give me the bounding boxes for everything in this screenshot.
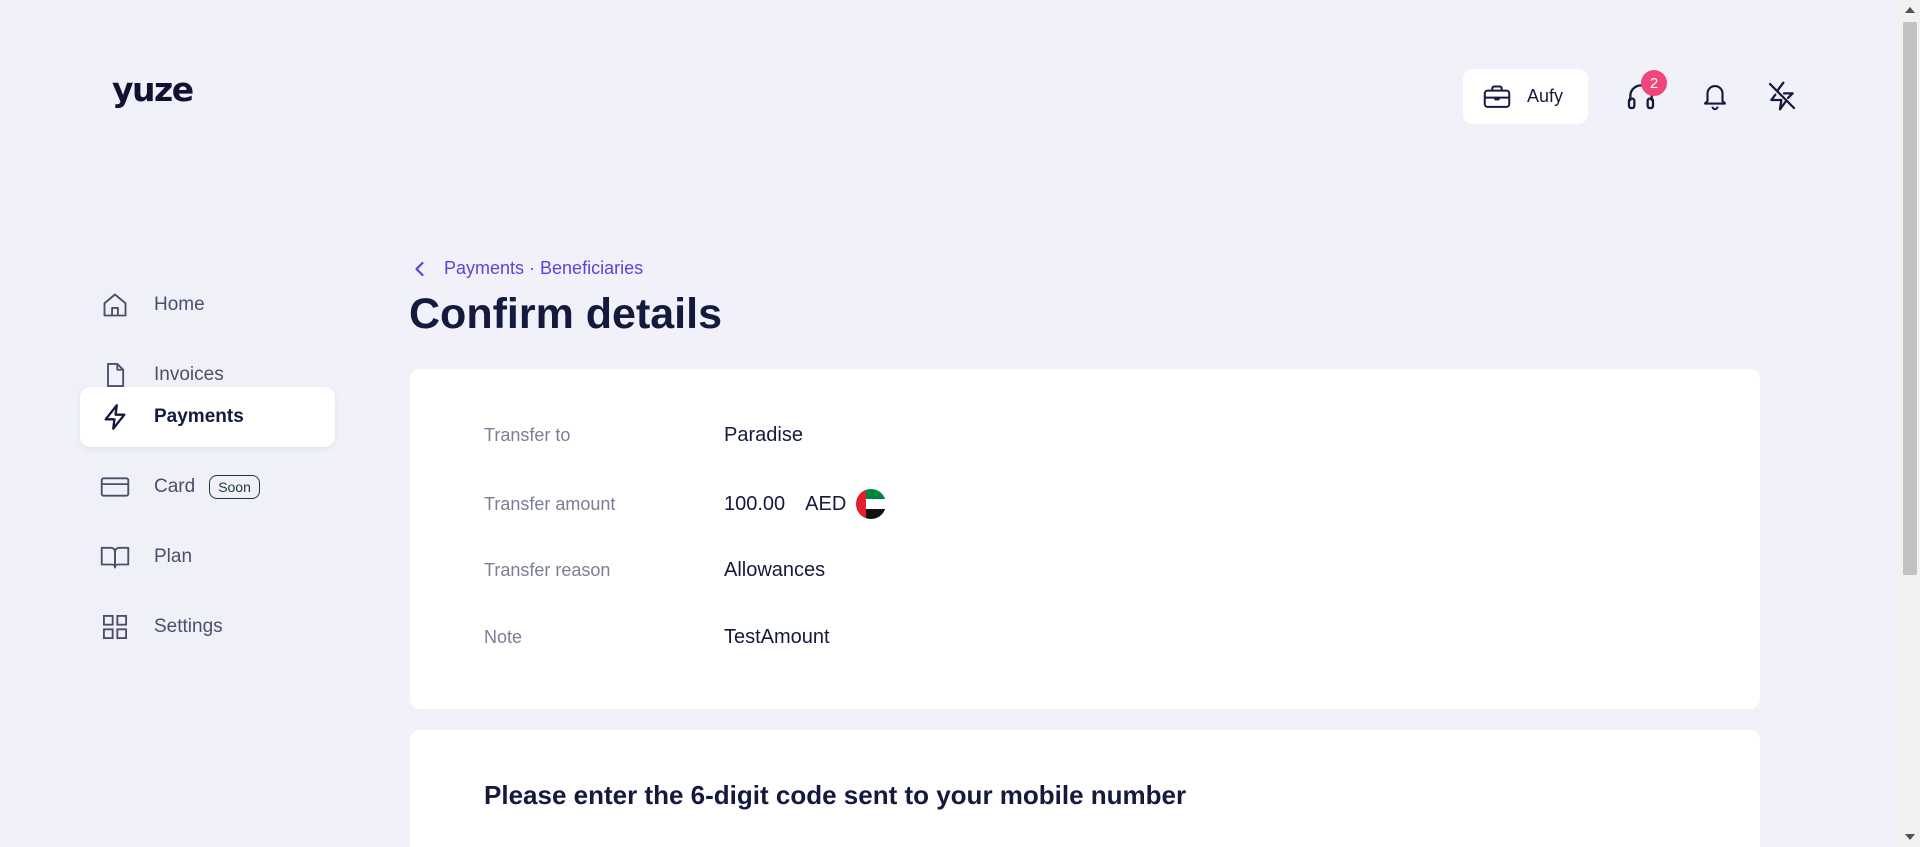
scroll-up-arrow-icon[interactable] <box>1905 7 1915 13</box>
document-icon <box>100 360 130 390</box>
uae-flag-icon <box>856 489 887 519</box>
bell-icon <box>1700 80 1730 112</box>
scrollbar-thumb[interactable] <box>1903 22 1917 575</box>
transfer-to-label: Transfer to <box>484 425 571 445</box>
transfer-reason-row: Transfer reason Allowances <box>484 559 825 582</box>
soon-badge: Soon <box>209 475 260 499</box>
notifications-button[interactable] <box>1697 78 1733 114</box>
sidebar-item-home[interactable]: Home <box>80 275 335 335</box>
transfer-details-card: Transfer to Paradise Transfer amount 100… <box>410 369 1760 709</box>
transfer-to-value: Paradise <box>724 424 803 446</box>
note-row: Note TestAmount <box>484 626 830 649</box>
breadcrumb: Payments · Beneficiaries <box>410 258 643 279</box>
disconnect-button[interactable] <box>1764 78 1800 114</box>
breadcrumb-link[interactable]: Payments · Beneficiaries <box>444 258 643 279</box>
grid-icon <box>100 612 130 642</box>
sidebar-item-label: Payments <box>154 406 244 427</box>
book-icon <box>100 542 130 572</box>
sidebar-item-plan[interactable]: Plan <box>80 527 335 587</box>
transfer-amount-value-group: 100.00 AED <box>724 489 887 519</box>
briefcase-icon <box>1483 84 1511 110</box>
sidebar-item-label: Card <box>154 476 196 497</box>
organization-switcher-button[interactable]: Aufy <box>1463 69 1588 124</box>
sidebar: yuze Home Invoices Payments Card Soon Pl… <box>0 0 335 847</box>
scroll-down-arrow-icon[interactable] <box>1905 834 1915 840</box>
page-title: Confirm details <box>409 290 722 338</box>
lightning-icon <box>100 402 130 432</box>
sidebar-item-label: Invoices <box>154 364 224 385</box>
otp-instruction: Please enter the 6-digit code sent to yo… <box>484 780 1187 810</box>
transfer-amount-label: Transfer amount <box>484 493 616 514</box>
support-notification-badge: 2 <box>1641 70 1667 96</box>
yuze-logo[interactable]: yuze <box>112 70 194 109</box>
note-label: Note <box>484 627 523 647</box>
sidebar-item-settings[interactable]: Settings <box>80 597 335 657</box>
organization-name: Aufy <box>1527 86 1564 106</box>
transfer-amount-value: 100.00 <box>724 492 786 515</box>
sidebar-item-card[interactable]: Card Soon <box>80 457 335 517</box>
sidebar-item-payments[interactable]: Payments <box>80 387 335 447</box>
note-value: TestAmount <box>724 626 830 648</box>
sidebar-item-label: Settings <box>154 616 223 637</box>
transfer-amount-row: Transfer amount 100.00 AED <box>484 489 887 519</box>
sidebar-item-label: Home <box>154 294 205 315</box>
sidebar-item-label: Plan <box>154 546 193 567</box>
transfer-reason-label: Transfer reason <box>484 560 611 580</box>
transfer-to-row: Transfer to Paradise <box>484 424 803 447</box>
otp-card: Please enter the 6-digit code sent to yo… <box>410 730 1760 847</box>
lightning-off-icon <box>1766 80 1798 112</box>
chevron-left-icon[interactable] <box>410 259 430 279</box>
card-icon <box>100 472 130 502</box>
currency-code: AED <box>805 492 847 515</box>
home-icon <box>100 290 130 320</box>
transfer-reason-value: Allowances <box>724 559 826 581</box>
